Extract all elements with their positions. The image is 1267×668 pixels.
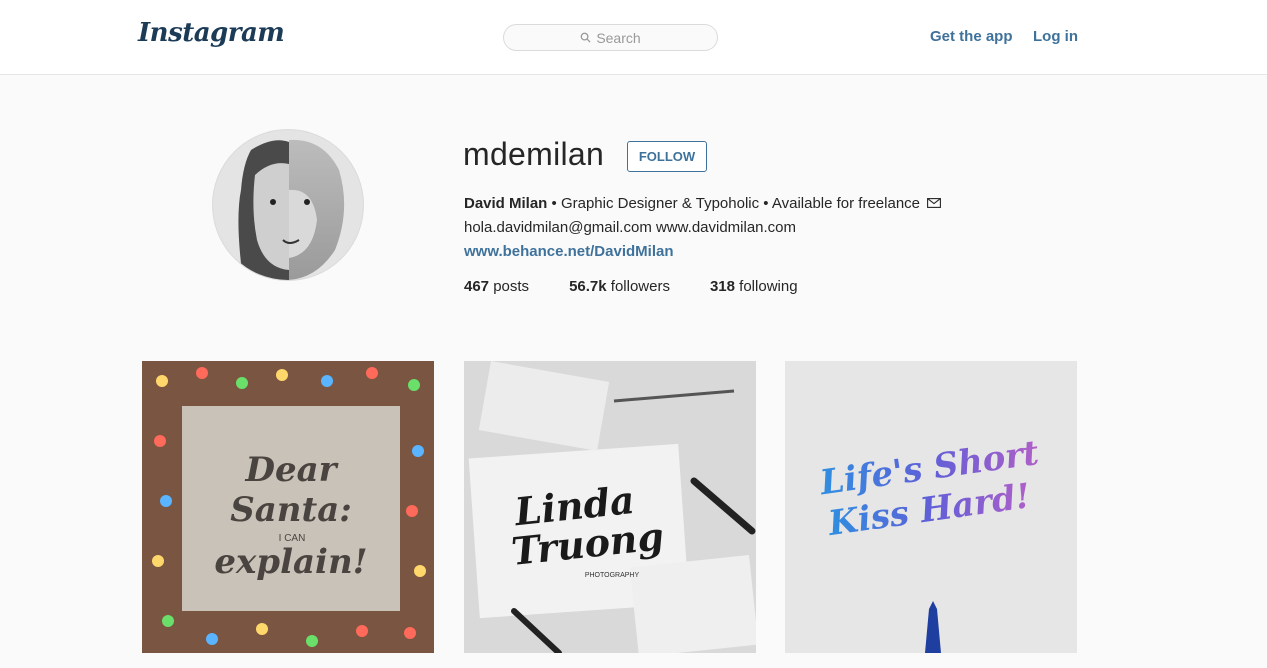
profile-bio: David Milan • Graphic Designer & Typohol… xyxy=(464,192,942,264)
post-thumbnail-1[interactable]: Dear Santa: I CAN explain! xyxy=(142,361,434,653)
post-text-3: PHOTOGRAPHY xyxy=(585,572,640,579)
profile-username: mdemilan xyxy=(463,136,605,172)
follow-button[interactable]: FOLLOW xyxy=(627,141,707,172)
following-label: following xyxy=(739,278,798,295)
instagram-logo[interactable]: Instagram xyxy=(138,18,285,48)
avatar-image xyxy=(213,130,363,280)
following-count: 318 xyxy=(709,278,735,295)
posts-label: posts xyxy=(493,278,530,295)
get-the-app-link[interactable]: Get the app xyxy=(930,28,1013,45)
log-in-link[interactable]: Log in xyxy=(1033,28,1078,45)
bio-text: • Graphic Designer & Typoholic • Availab… xyxy=(547,195,925,212)
following-stat[interactable]: 318 following xyxy=(710,278,798,295)
bio-line-1: David Milan • Graphic Designer & Typohol… xyxy=(464,192,942,216)
post-text-4: explain! xyxy=(214,542,367,582)
envelope-icon xyxy=(927,198,942,208)
posts-count: 467 xyxy=(464,278,490,295)
post-image-linda-truong: Linda Truong PHOTOGRAPHY xyxy=(464,361,756,653)
post-thumbnail-2[interactable]: Linda Truong PHOTOGRAPHY xyxy=(464,361,756,653)
avatar xyxy=(212,129,364,281)
full-name: David Milan xyxy=(464,195,548,212)
followers-count: 56.7k xyxy=(569,278,607,295)
bio-contact: hola.davidmilan@gmail.com www.davidmilan… xyxy=(464,219,797,236)
profile-stats: 467 posts 56.7k followers 318 following xyxy=(464,278,798,295)
followers-label: followers xyxy=(610,278,670,295)
post-text-1: Dear xyxy=(244,450,338,490)
profile-website-link[interactable]: www.behance.net/DavidMilan xyxy=(464,243,674,260)
post-image-lifes-short: Life's Short Kiss Hard! xyxy=(785,361,1077,653)
followers-stat[interactable]: 56.7k followers xyxy=(569,278,670,295)
search-input[interactable]: Search xyxy=(503,24,718,51)
post-text-2: Santa: xyxy=(230,490,352,530)
post-thumbnail-3[interactable]: Life's Short Kiss Hard! xyxy=(785,361,1077,653)
search-placeholder: Search xyxy=(596,29,641,46)
top-navigation-bar: Instagram Search Get the app Log in xyxy=(0,0,1267,75)
post-image-dear-santa: Dear Santa: I CAN explain! xyxy=(142,361,434,653)
search-icon xyxy=(580,32,591,43)
posts-stat[interactable]: 467 posts xyxy=(464,278,529,295)
